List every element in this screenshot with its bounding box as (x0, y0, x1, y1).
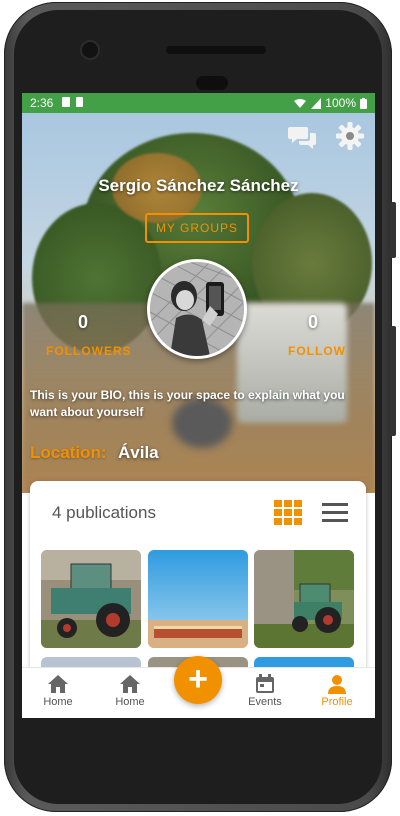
wifi-icon (294, 98, 307, 108)
follow-count: 0 (308, 312, 319, 332)
proximity-sensor (196, 76, 228, 90)
status-time: 2:36 (30, 96, 54, 110)
person-icon (328, 675, 346, 694)
my-groups-button[interactable]: MY GROUPS (145, 213, 249, 243)
profile-header: Sergio Sánchez Sánchez MY GROUPS 0 FOLLO… (22, 113, 375, 493)
follow-label[interactable]: FOLLOW (288, 344, 346, 358)
chat-icon[interactable] (288, 125, 318, 151)
notification-icon (62, 97, 70, 107)
nav-item-home-2[interactable]: Home (100, 674, 160, 708)
add-publication-button[interactable]: + (174, 656, 222, 704)
avatar-image (150, 262, 244, 356)
publication-thumbnail[interactable] (148, 550, 248, 648)
avatar[interactable] (147, 259, 247, 359)
bottom-navigation: Home Home + Events Profile (22, 656, 375, 718)
nav-label-home-2: Home (115, 696, 145, 708)
profile-bio: This is your BIO, this is your space to … (30, 388, 345, 419)
list-view-icon[interactable] (322, 501, 348, 525)
followers-label[interactable]: FOLLOWERS (46, 344, 132, 358)
battery-saver-icon (76, 97, 83, 107)
earpiece-speaker (166, 46, 266, 54)
publications-count: 4 publications (52, 503, 156, 522)
profile-name: Sergio Sánchez Sánchez (98, 176, 299, 195)
nav-label-profile: Profile (321, 696, 353, 708)
gear-icon[interactable] (335, 121, 365, 151)
status-bar: 2:36 100% (22, 93, 375, 113)
location-value: Ávila (118, 443, 159, 462)
nav-label-events: Events (248, 696, 282, 708)
signal-icon (311, 97, 322, 109)
nav-label-home: Home (43, 696, 73, 708)
publication-thumbnail[interactable] (254, 550, 354, 648)
nav-item-events[interactable]: Events (235, 674, 295, 708)
location-label: Location: (30, 443, 107, 462)
nav-item-home[interactable]: Home (28, 674, 88, 708)
battery-icon (360, 97, 367, 109)
battery-percent: 100% (325, 96, 356, 110)
home-icon (48, 675, 68, 693)
front-camera (80, 40, 100, 60)
followers-count: 0 (78, 312, 89, 332)
nav-item-profile[interactable]: Profile (307, 674, 367, 708)
home-icon (120, 675, 140, 693)
grid-view-icon[interactable] (274, 500, 302, 526)
app-screen: 2:36 100% Sergio Sánchez Sánchez MY GROU… (22, 93, 375, 718)
calendar-icon (256, 674, 274, 693)
publication-thumbnail[interactable] (41, 550, 141, 648)
